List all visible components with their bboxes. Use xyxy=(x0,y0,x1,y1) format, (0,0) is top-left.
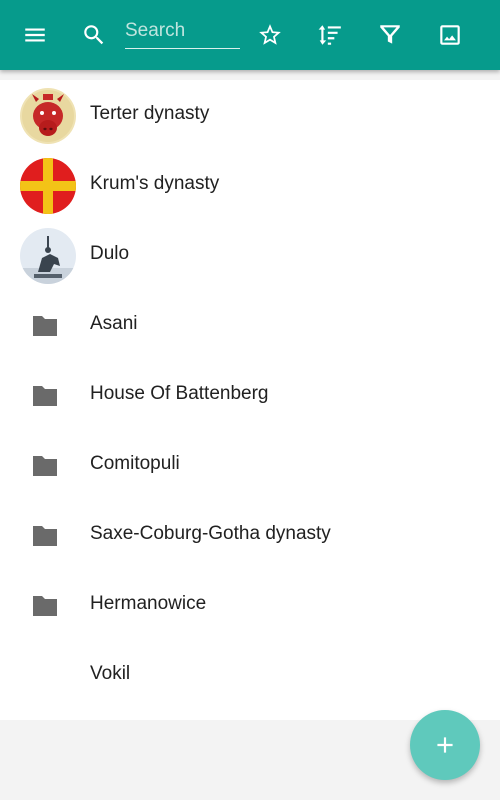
folder-icon xyxy=(31,594,59,618)
list-item[interactable]: Krum's dynasty xyxy=(0,150,500,220)
list-item-label: Asani xyxy=(90,313,138,334)
search-input[interactable] xyxy=(125,14,240,49)
list-item[interactable]: Comitopuli xyxy=(0,430,500,500)
image-icon[interactable] xyxy=(432,17,468,53)
search-icon[interactable] xyxy=(76,17,112,53)
list-item[interactable]: Dulo xyxy=(0,220,500,290)
list-item-label: Vokil xyxy=(90,663,131,684)
folder-icon xyxy=(31,524,59,548)
add-button[interactable] xyxy=(410,710,480,780)
menu-icon[interactable] xyxy=(17,17,53,53)
filter-icon[interactable] xyxy=(372,17,408,53)
list-item[interactable]: House Of Battenberg xyxy=(0,360,500,430)
list-item-label: Saxe-Coburg-Gotha dynasty xyxy=(90,523,331,544)
krum-flag-avatar xyxy=(20,158,76,214)
list-item[interactable]: Vokil xyxy=(0,640,500,710)
sort-icon[interactable] xyxy=(312,17,348,53)
list-item-label: Hermanowice xyxy=(90,593,207,614)
folder-icon xyxy=(31,454,59,478)
add-icon xyxy=(437,737,453,753)
list-item-label: Dulo xyxy=(90,243,130,264)
app-toolbar xyxy=(0,0,500,70)
dynasty-list: Terter dynasty Krum's dynasty Dulo Asani… xyxy=(0,80,500,720)
list-item-label: House Of Battenberg xyxy=(90,383,269,404)
terter-crest-avatar xyxy=(20,88,76,144)
list-item[interactable]: Terter dynasty xyxy=(0,80,500,150)
list-item-label: Terter dynasty xyxy=(90,103,210,124)
list-item[interactable]: Saxe-Coburg-Gotha dynasty xyxy=(0,500,500,570)
star-icon[interactable] xyxy=(252,17,288,53)
dulo-statue-avatar xyxy=(20,228,76,284)
list-item[interactable]: Asani xyxy=(0,290,500,360)
list-item-label: Krum's dynasty xyxy=(90,173,220,194)
folder-icon xyxy=(31,314,59,338)
folder-icon xyxy=(31,384,59,408)
list-item[interactable]: Hermanowice xyxy=(0,570,500,640)
list-item-label: Comitopuli xyxy=(90,453,180,474)
